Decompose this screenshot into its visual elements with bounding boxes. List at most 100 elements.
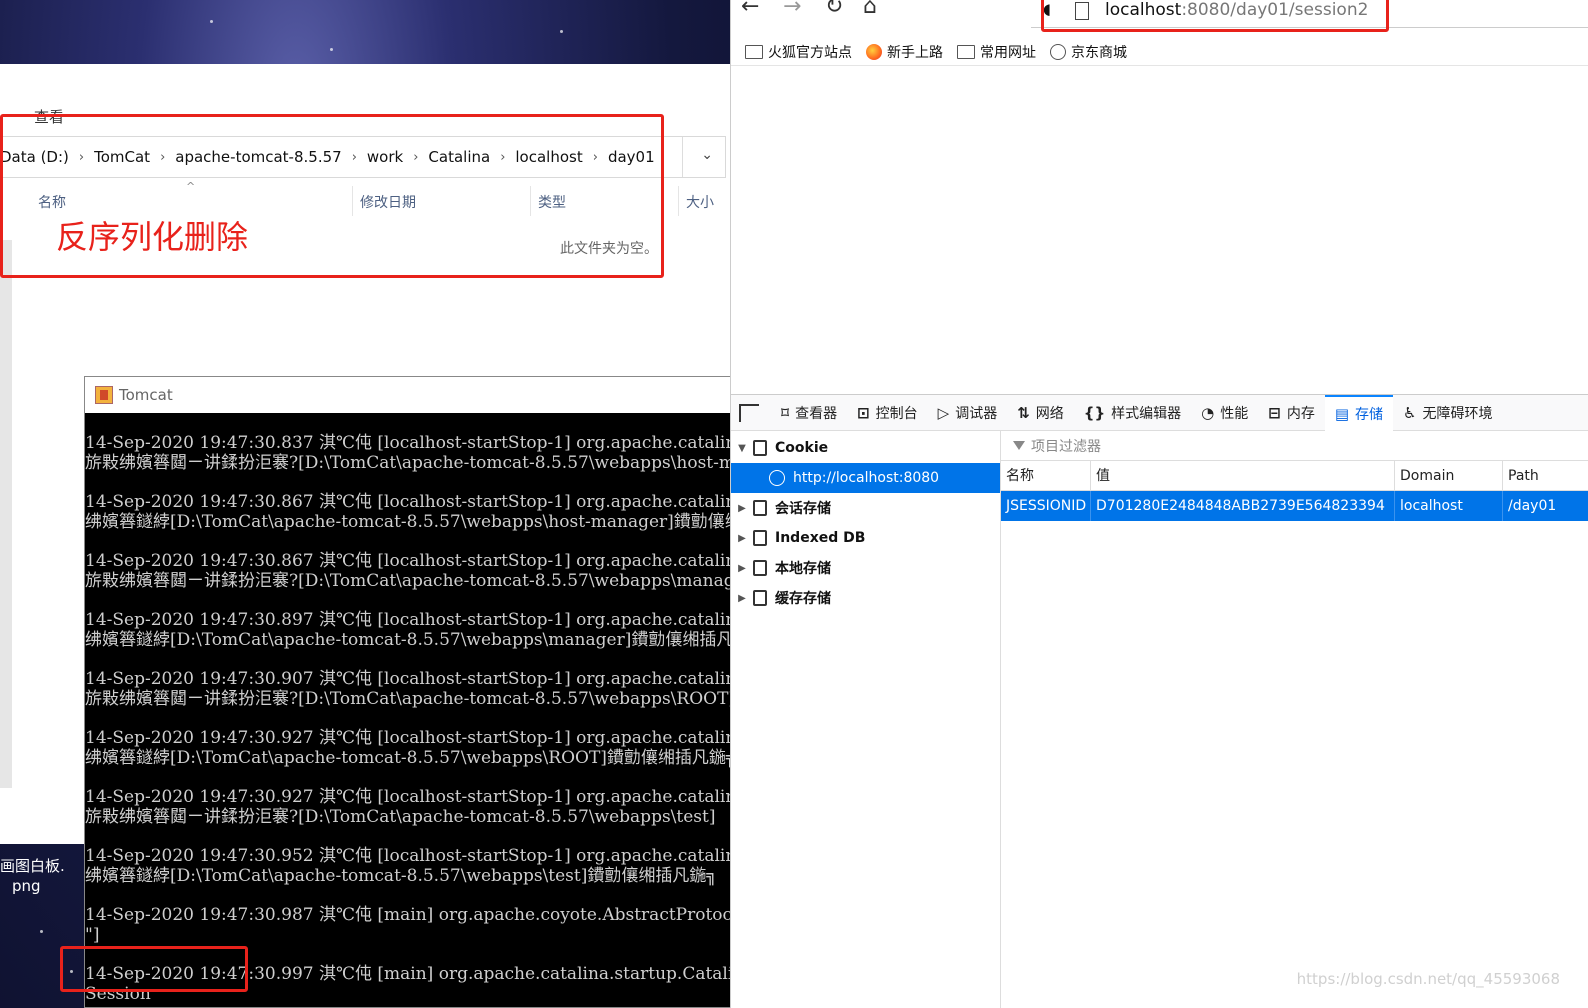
tree-item-cookie[interactable]: ▼ Cookie xyxy=(731,433,1000,463)
tab-label: 存储 xyxy=(1355,406,1384,423)
log-entry: 14-Sep-2020 19:47:30.907 淇℃伅 [localhost-… xyxy=(85,669,741,709)
tab-icon: ▷ xyxy=(937,403,950,422)
log-line: 旂敤绋嬪簭閮ㄧ讲鍒扮洰褰?[D:\TomCat\apache-tomcat-8.… xyxy=(85,689,736,709)
firefox-window: ← → ↻ ⌂ ◖ localhost:8080/day01/session2 … xyxy=(730,0,1588,1008)
tab-icon: ♿ xyxy=(1403,403,1417,422)
table-row[interactable]: JSESSIONID D701280E2484848ABB2739E5648233… xyxy=(1001,491,1588,521)
back-arrow-icon[interactable]: ← xyxy=(741,0,759,19)
storage-icon xyxy=(753,500,767,516)
column-divider xyxy=(678,186,679,216)
tab-label: 控制台 xyxy=(875,405,918,422)
bookmark-label: 火狐官方站点 xyxy=(768,44,852,61)
devtools-tab[interactable]: ⇅ 网络 xyxy=(1007,395,1074,431)
chevron-down-icon[interactable]: ⌄ xyxy=(701,147,713,163)
console-title: Tomcat xyxy=(119,386,173,404)
column-header[interactable]: 名称 xyxy=(1001,461,1091,491)
log-entry: 14-Sep-2020 19:47:30.867 淇℃伅 [localhost-… xyxy=(85,492,741,532)
tab-label: 无障碍环境 xyxy=(1422,405,1493,422)
devtools-tab[interactable]: ◔ 性能 xyxy=(1191,395,1258,431)
folder-icon xyxy=(957,44,975,59)
log-line: 旂敤绋嬪簭閮ㄧ讲鍒扮洰褰?[D:\TomCat\apache-tomcat-8.… xyxy=(85,453,741,473)
log-line: 旂敤绋嬪簭閮ㄧ讲鍒扮洰褰?[D:\TomCat\apache-tomcat-8.… xyxy=(85,571,741,591)
log-line: 绋嬪簭鐩綍[D:\TomCat\apache-tomcat-8.5.57\web… xyxy=(85,866,717,886)
globe-icon xyxy=(769,470,785,486)
column-header[interactable]: Domain xyxy=(1395,461,1503,491)
storage-icon xyxy=(753,530,767,546)
log-line: 绋嬪簭鐩綍[D:\TomCat\apache-tomcat-8.5.57\web… xyxy=(85,630,741,650)
log-line: 绋嬪簭鐩綍[D:\TomCat\apache-tomcat-8.5.57\web… xyxy=(85,512,741,532)
console-titlebar[interactable]: Tomcat xyxy=(85,377,739,413)
reload-icon[interactable]: ↻ xyxy=(825,0,843,19)
console-output: 14-Sep-2020 19:47:30.837 淇℃伅 [localhost-… xyxy=(85,413,741,1008)
log-line: 14-Sep-2020 19:47:30.867 淇℃伅 [localhost-… xyxy=(85,492,741,512)
log-line: "] xyxy=(85,925,100,945)
bookmark-item[interactable]: 常用网址 xyxy=(957,42,1036,62)
tree-item-session-storage[interactable]: ▶ 会话存储 xyxy=(731,493,1000,523)
collapsed-arrow-icon: ▶ xyxy=(738,502,746,514)
bookmark-label: 新手上路 xyxy=(887,44,943,61)
log-line: 绋嬪簭鐩綍[D:\TomCat\apache-tomcat-8.5.57\web… xyxy=(85,748,737,768)
java-icon xyxy=(95,386,113,404)
table-cell: JSESSIONID xyxy=(1001,491,1091,521)
devtools-panel: ⌑ 查看器 ⊡ 控制台 ▷ 调试器 ⇅ 网络 {} 样式编辑器 ◔ 性能 ⊟ 内存 ▤ 存储 ♿ 无障碍环境 ▼ … xyxy=(731,394,1588,1008)
filter-input[interactable]: 项目过滤器 xyxy=(1001,431,1588,461)
bookmark-item[interactable]: 京东商城 xyxy=(1050,42,1127,62)
devtools-tab[interactable]: ⊡ 控制台 xyxy=(847,395,928,431)
annotation-box xyxy=(60,946,248,992)
tree-item-cookie-host[interactable]: http://localhost:8080 xyxy=(731,463,1000,493)
filter-icon xyxy=(1013,441,1025,450)
column-header[interactable]: Path xyxy=(1503,461,1588,491)
desktop-icon-label[interactable]: 画图白板. png xyxy=(0,856,65,896)
tab-label: 样式编辑器 xyxy=(1111,405,1182,422)
tab-icon: ◔ xyxy=(1201,403,1215,422)
forward-arrow-icon[interactable]: → xyxy=(783,0,801,19)
bookmark-item[interactable]: 新手上路 xyxy=(866,42,943,62)
log-entry: 14-Sep-2020 19:47:30.897 淇℃伅 [localhost-… xyxy=(85,610,741,650)
tab-label: 网络 xyxy=(1035,405,1064,422)
globe-icon xyxy=(1050,43,1066,60)
address-divider xyxy=(682,137,683,177)
expanded-arrow-icon: ▼ xyxy=(738,442,746,454)
tab-icon: {} xyxy=(1083,403,1106,422)
scrollbar[interactable] xyxy=(0,240,12,788)
firefox-icon xyxy=(866,43,882,60)
log-line: 旂敤绋嬪簭閮ㄧ讲鍒扮洰褰?[D:\TomCat\apache-tomcat-8.… xyxy=(85,807,716,827)
bookmarks-toolbar: 火狐官方站点 新手上路 常用网址 京东商城 xyxy=(731,38,1588,66)
table-cell: D701280E2484848ABB2739E564823394 xyxy=(1091,491,1395,521)
tree-item-local-storage[interactable]: ▶ 本地存储 xyxy=(731,553,1000,583)
log-line: 14-Sep-2020 19:47:30.927 淇℃伅 [localhost-… xyxy=(85,787,741,807)
devtools-tab[interactable]: ⌑ 查看器 xyxy=(771,395,847,431)
log-line: 14-Sep-2020 19:47:30.987 淇℃伅 [main] org.… xyxy=(85,905,741,925)
collapsed-arrow-icon: ▶ xyxy=(738,592,746,604)
tab-icon: ⊡ xyxy=(857,403,870,422)
devtools-tabbar: ⌑ 查看器 ⊡ 控制台 ▷ 调试器 ⇅ 网络 {} 样式编辑器 ◔ 性能 ⊟ 内存 ▤ 存储 ♿ 无障碍环境 xyxy=(731,394,1588,431)
element-picker-icon[interactable] xyxy=(739,403,759,422)
storage-icon xyxy=(753,440,767,456)
tree-item-indexed-db[interactable]: ▶ Indexed DB xyxy=(731,523,1000,553)
annotation-box xyxy=(1041,0,1389,32)
log-entry: 14-Sep-2020 19:47:30.987 淇℃伅 [main] org.… xyxy=(85,905,741,945)
tab-label: 内存 xyxy=(1286,405,1315,422)
storage-icon xyxy=(753,560,767,576)
devtools-tab[interactable]: ♿ 无障碍环境 xyxy=(1393,395,1502,431)
storage-icon xyxy=(753,590,767,606)
tree-item-cache-storage[interactable]: ▶ 缓存存储 xyxy=(731,583,1000,613)
home-icon[interactable]: ⌂ xyxy=(863,0,877,19)
bookmark-label: 京东商城 xyxy=(1071,44,1127,61)
storage-tree: ▼ Cookie http://localhost:8080 ▶ 会话存储 ▶ … xyxy=(731,431,1001,1008)
devtools-tab[interactable]: ▷ 调试器 xyxy=(928,395,1008,431)
bookmark-item[interactable]: 火狐官方站点 xyxy=(745,42,852,62)
collapsed-arrow-icon: ▶ xyxy=(738,532,746,544)
log-entry: 14-Sep-2020 19:47:30.867 淇℃伅 [localhost-… xyxy=(85,551,741,591)
tomcat-console-window: Tomcat 14-Sep-2020 19:47:30.837 淇℃伅 [loc… xyxy=(84,376,741,1008)
devtools-tab[interactable]: ▤ 存储 xyxy=(1324,394,1394,431)
tab-label: 调试器 xyxy=(955,405,998,422)
folder-icon xyxy=(745,44,763,59)
column-header[interactable]: 值 xyxy=(1091,461,1395,491)
log-entry: 14-Sep-2020 19:47:30.927 淇℃伅 [localhost-… xyxy=(85,787,741,827)
column-size[interactable]: 大小 xyxy=(686,192,714,212)
tab-label: 查看器 xyxy=(795,405,838,422)
devtools-tab[interactable]: ⊟ 内存 xyxy=(1258,395,1325,431)
devtools-tab[interactable]: {} 样式编辑器 xyxy=(1074,395,1191,431)
table-header: 名称值 Domain Path xyxy=(1001,461,1588,491)
